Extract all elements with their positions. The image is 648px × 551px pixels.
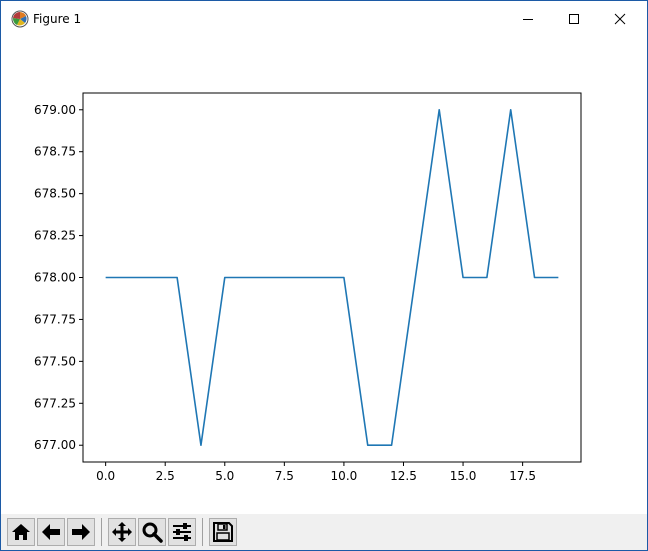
x-tick-label: 2.5 [156, 469, 175, 483]
sliders-icon [173, 523, 191, 541]
x-tick-label: 12.5 [390, 469, 417, 483]
minimize-icon [523, 19, 533, 20]
forward-button[interactable] [67, 518, 95, 546]
y-tick-label: 679.00 [34, 103, 76, 117]
navigation-toolbar [1, 514, 647, 550]
title-bar[interactable]: Figure 1 [1, 1, 647, 37]
configure-subplots-button[interactable] [168, 518, 196, 546]
toolbar-separator [101, 518, 102, 546]
zoom-button[interactable] [138, 518, 166, 546]
pan-button[interactable] [108, 518, 136, 546]
line-chart: 0.0 2.5 5.0 7.5 10.0 12.5 15.0 17.5 677.00 677.25… [34, 92, 582, 483]
move-icon [112, 522, 132, 542]
x-tick-label: 0.0 [96, 469, 115, 483]
x-tick-label: 10.0 [331, 469, 358, 483]
matplotlib-icon [11, 10, 29, 28]
maximize-icon [569, 14, 579, 24]
y-tick-label: 678.00 [34, 271, 76, 285]
back-button[interactable] [37, 518, 65, 546]
maximize-button[interactable] [551, 1, 597, 37]
minimize-button[interactable] [505, 1, 551, 37]
y-tick-label: 678.25 [34, 229, 76, 243]
close-button[interactable] [597, 1, 643, 37]
y-tick-label: 678.50 [34, 187, 76, 201]
magnifier-icon [142, 522, 163, 543]
x-tick-label: 5.0 [215, 469, 234, 483]
y-tick-label: 677.50 [34, 354, 76, 368]
close-icon [614, 13, 626, 25]
floppy-disk-icon [213, 522, 233, 542]
x-tick-label: 17.5 [509, 469, 536, 483]
x-tick-label: 15.0 [450, 469, 477, 483]
x-tick-label: 7.5 [275, 469, 294, 483]
home-icon [12, 524, 30, 540]
save-button[interactable] [209, 518, 237, 546]
plot-canvas[interactable]: 0.0 2.5 5.0 7.5 10.0 12.5 15.0 17.5 677.00 677.25… [1, 37, 647, 513]
series-line-0 [105, 108, 559, 447]
y-tick-label: 677.75 [34, 312, 76, 326]
home-button[interactable] [7, 518, 35, 546]
window-title: Figure 1 [33, 12, 82, 26]
arrow-left-icon [42, 524, 60, 540]
y-tick-label: 677.25 [34, 396, 76, 410]
toolbar-separator [202, 518, 203, 546]
figure-window: Figure 1 0.0 2.5 5.0 7.5 10.0 12.5 15.0 17.5 677… [0, 0, 648, 551]
y-tick-label: 678.75 [34, 145, 76, 159]
y-tick-label: 677.00 [34, 438, 76, 452]
arrow-right-icon [72, 524, 90, 540]
